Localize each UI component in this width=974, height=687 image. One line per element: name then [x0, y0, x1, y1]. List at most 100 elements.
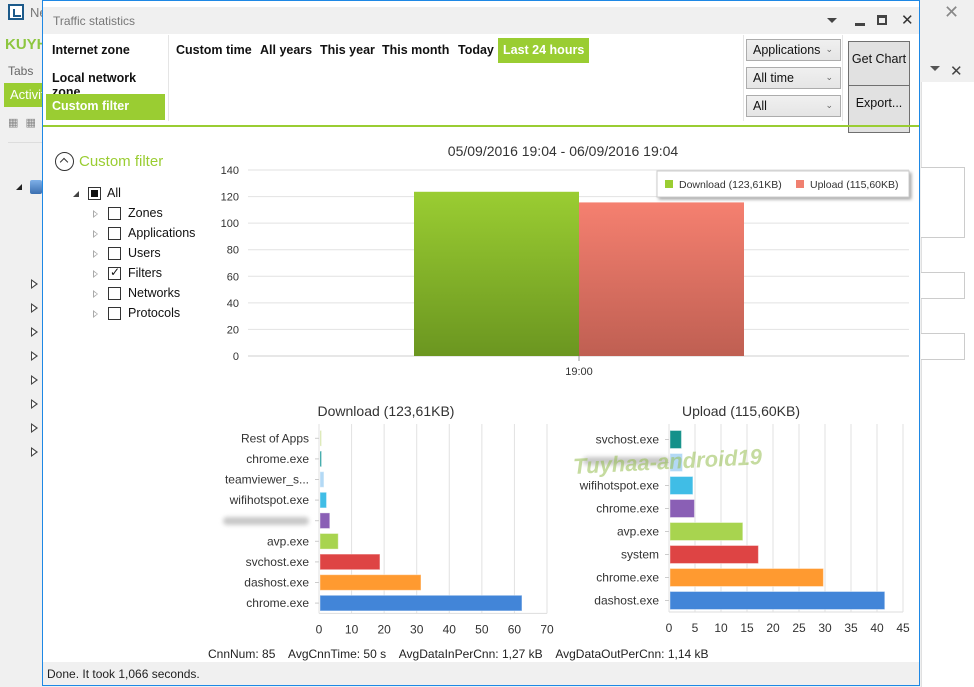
background-close-icon[interactable]: ✕ — [944, 2, 959, 23]
y-tick-label: 20 — [227, 324, 239, 336]
category-label: avp.exe — [617, 525, 659, 539]
bar — [669, 568, 824, 587]
zone-internet-button[interactable]: Internet zone — [46, 38, 165, 64]
background-right-panel-header — [921, 60, 974, 82]
background-field[interactable] — [921, 167, 965, 238]
y-tick-label: 40 — [227, 298, 239, 310]
x-tick-label: 0 — [666, 621, 673, 635]
y-tick-label: 60 — [227, 271, 239, 283]
category-label: avp.exe — [267, 534, 309, 548]
bar — [319, 512, 331, 529]
x-tick-label: 50 — [475, 622, 489, 636]
minimize-icon[interactable] — [855, 23, 865, 26]
y-tick-label: 120 — [221, 192, 239, 204]
bar — [669, 545, 759, 564]
download-chart-title: Download (123,61KB) — [318, 403, 455, 419]
tree-expand-icon[interactable] — [31, 423, 38, 433]
chevron-down-icon: ⌄ — [825, 72, 833, 82]
background-field[interactable] — [921, 333, 965, 360]
background-grid-view-icon[interactable]: ▦ ▦ — [8, 116, 38, 129]
tree-expand-icon[interactable] — [31, 399, 38, 409]
legend-swatch — [665, 180, 673, 188]
bar — [319, 574, 422, 591]
bar-upload — [579, 202, 744, 356]
background-field[interactable] — [921, 272, 965, 299]
maximize-icon[interactable] — [877, 15, 887, 25]
category-label: chrome.exe — [246, 596, 309, 610]
main-chart-legend: Download (123,61KB) Upload (115,60KB) — [656, 170, 910, 198]
panel-close-icon[interactable]: ✕ — [950, 62, 963, 80]
computer-icon — [30, 180, 42, 194]
status-text: Done. It took 1,066 seconds. — [47, 667, 200, 681]
x-tick-label: 10 — [714, 621, 728, 635]
category-label: teamviewer_s... — [225, 473, 309, 487]
get-chart-button[interactable]: Get Chart — [848, 41, 910, 89]
category-label: chrome.exe — [246, 452, 309, 466]
time-today-button[interactable]: Today — [453, 38, 499, 63]
time-last-24-hours-button[interactable]: Last 24 hours — [498, 38, 590, 63]
bar-download — [414, 191, 579, 356]
x-tick-label: 40 — [443, 622, 457, 636]
bar — [669, 591, 886, 610]
bar — [319, 553, 381, 571]
time-this-year-button[interactable]: This year — [315, 38, 380, 63]
category-label: chrome.exe — [596, 502, 659, 516]
x-tick-label: 0 — [316, 622, 323, 636]
tree-expand-icon[interactable] — [31, 351, 38, 361]
chevron-down-icon: ⌄ — [825, 100, 833, 110]
bar — [319, 594, 523, 612]
legend-label: Upload (115,60KB) — [810, 179, 899, 191]
dialog-titlebar[interactable]: Traffic statistics ✕ — [43, 7, 919, 34]
bar — [319, 471, 325, 488]
legend-swatch — [796, 180, 804, 188]
category-label: svchost.exe — [246, 555, 310, 569]
close-icon[interactable]: ✕ — [901, 11, 914, 29]
status-bar: Done. It took 1,066 seconds. — [43, 662, 919, 685]
background-tabs-label: Tabs — [8, 64, 34, 78]
tree-expand-icon[interactable] — [31, 303, 38, 313]
category-label: chrome.exe — [596, 571, 659, 585]
x-tick-label: 70 — [540, 622, 554, 636]
x-tick-label: 19:00 — [565, 366, 593, 378]
divider — [842, 35, 843, 121]
category-label: system — [621, 548, 659, 562]
divider — [168, 35, 169, 121]
group-by-value: Applications — [753, 43, 821, 57]
direction-combo[interactable]: All ⌄ — [746, 95, 841, 117]
bar — [669, 476, 694, 495]
period-combo[interactable]: All time ⌄ — [746, 67, 841, 89]
time-all-years-button[interactable]: All years — [255, 38, 317, 63]
charts-area: 05/09/2016 19:04 - 06/09/2016 19:04 0 20 4… — [221, 143, 910, 636]
tree-expand-icon[interactable] — [31, 327, 38, 337]
tree-expand-icon[interactable] — [31, 447, 38, 457]
category-label: svchost.exe — [596, 433, 660, 447]
tree-expand-icon[interactable] — [31, 279, 38, 289]
main-chart-title: 05/09/2016 19:04 - 06/09/2016 19:04 — [448, 143, 679, 159]
x-tick-label: 35 — [844, 621, 858, 635]
background-divider — [8, 142, 44, 143]
time-this-month-button[interactable]: This month — [377, 38, 454, 63]
zone-local-network-button[interactable]: Local network zone — [46, 66, 165, 99]
bar — [319, 450, 322, 468]
stat-avg-data-out: AvgDataOutPerCnn: 1,14 kB — [555, 647, 709, 661]
x-tick-label: 60 — [508, 622, 522, 636]
window-menu-dropdown-icon[interactable] — [827, 18, 837, 23]
traffic-statistics-dialog: Traffic statistics ✕ Internet zone Local… — [42, 0, 920, 686]
bar — [319, 430, 322, 447]
category-label: Rest of Apps — [241, 431, 309, 445]
x-tick-label: 45 — [896, 621, 910, 635]
background-activity-tab[interactable]: Activit — [4, 83, 45, 107]
group-by-combo[interactable]: Applications ⌄ — [746, 39, 841, 61]
x-tick-label: 20 — [766, 621, 780, 635]
tree-expanded-icon[interactable] — [16, 184, 22, 190]
stat-avg-cnn-time: AvgCnnTime: 50 s — [288, 647, 387, 661]
time-custom-button[interactable]: Custom time — [171, 38, 257, 63]
dialog-title: Traffic statistics — [53, 14, 136, 28]
panel-dropdown-icon[interactable] — [930, 66, 940, 71]
bar — [319, 533, 339, 550]
bar — [669, 522, 744, 541]
zone-custom-filter-button[interactable]: Custom filter — [46, 94, 165, 120]
tree-expand-icon[interactable] — [31, 375, 38, 385]
period-value: All time — [753, 71, 794, 85]
x-tick-label: 5 — [692, 621, 699, 635]
